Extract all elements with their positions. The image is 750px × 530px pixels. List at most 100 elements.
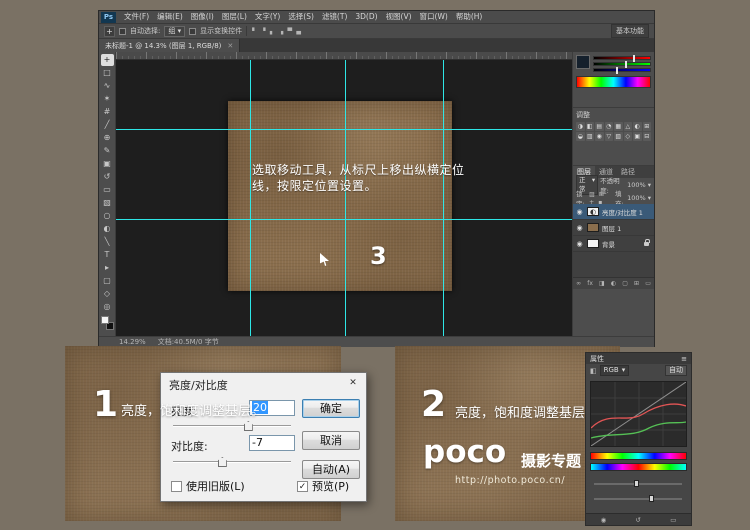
menu-edit[interactable]: 编辑(E)	[153, 11, 187, 23]
marquee-tool[interactable]: □	[101, 67, 114, 79]
adjustment-icon[interactable]: ⊟	[643, 132, 652, 141]
layer-thumbnail[interactable]	[587, 239, 599, 248]
adjustment-layer-thumbnail[interactable]: ◐	[587, 207, 599, 216]
dodge-tool[interactable]: ◐	[101, 223, 114, 235]
vertical-guide[interactable]	[443, 60, 444, 336]
path-selection-tool[interactable]: ▸	[101, 262, 114, 274]
adjustment-icon[interactable]: ◧	[586, 122, 595, 131]
contrast-slider[interactable]	[173, 461, 291, 463]
history-brush-tool[interactable]: ↺	[101, 171, 114, 183]
layer-name[interactable]: 图层 1	[602, 223, 621, 233]
adjustment-icon[interactable]: ▧	[614, 132, 623, 141]
panel-menu-icon[interactable]: ≡	[681, 355, 687, 363]
layer-name[interactable]: 亮度/对比度 1	[602, 207, 643, 217]
menu-image[interactable]: 图像(I)	[187, 11, 218, 23]
align-icon[interactable]: ▖	[269, 28, 276, 35]
props-slider[interactable]	[594, 483, 682, 485]
reset-icon[interactable]: ↺	[636, 516, 641, 524]
layer-group-icon[interactable]: ▢	[622, 280, 628, 287]
layer-effects-icon[interactable]: fx	[587, 280, 593, 287]
align-icon[interactable]: ▗	[278, 28, 285, 35]
use-legacy-checkbox[interactable]: 使用旧版(L)	[171, 478, 245, 494]
horizontal-ruler[interactable]	[116, 52, 572, 60]
close-icon[interactable]: ✕	[344, 376, 362, 390]
delete-layer-icon[interactable]: ▭	[645, 280, 651, 287]
close-tab-icon[interactable]: ✕	[227, 42, 233, 50]
menu-view[interactable]: 视图(V)	[382, 11, 416, 23]
shape-tool[interactable]: ▢	[101, 275, 114, 287]
lasso-tool[interactable]: ∿	[101, 80, 114, 92]
props-slider[interactable]	[594, 498, 682, 500]
crop-tool[interactable]: #	[101, 106, 114, 118]
auto-button[interactable]: 自动	[665, 365, 687, 376]
menu-layer[interactable]: 图层(L)	[218, 11, 251, 23]
hand-tool[interactable]: ◇	[101, 288, 114, 300]
healing-brush-tool[interactable]: ⊕	[101, 132, 114, 144]
foreground-color-swatch[interactable]	[101, 316, 109, 324]
document-tab[interactable]: 未标题-1 @ 14.3% (图层 1, RGB/8) ✕	[99, 39, 240, 52]
link-layers-icon[interactable]: ∞	[576, 280, 581, 287]
show-transform-checkbox[interactable]	[189, 28, 196, 35]
gradient-tool[interactable]: ▧	[101, 197, 114, 209]
align-icon[interactable]: ▘	[251, 28, 258, 35]
green-slider[interactable]	[593, 62, 651, 66]
checkbox-unchecked[interactable]	[171, 481, 182, 492]
align-icon[interactable]: ▝	[260, 28, 267, 35]
pen-tool[interactable]: ╲	[101, 236, 114, 248]
move-tool[interactable]: +	[101, 54, 114, 66]
adjustment-icon[interactable]: ◐	[633, 122, 642, 131]
adjustment-icon[interactable]: ▣	[633, 132, 642, 141]
current-color-swatch[interactable]	[576, 55, 590, 69]
properties-tab[interactable]: 属性	[590, 354, 604, 364]
adjustment-icon[interactable]: ◔	[605, 122, 614, 131]
adjustment-icon[interactable]: ◒	[576, 132, 585, 141]
contrast-input[interactable]: -7	[249, 435, 295, 451]
adjustment-icon[interactable]: ◉	[595, 132, 604, 141]
menu-help[interactable]: 帮助(H)	[452, 11, 487, 23]
adjustment-icon[interactable]: ⊞	[643, 122, 652, 131]
ok-button[interactable]: 确定	[302, 399, 360, 418]
new-layer-icon[interactable]: ⊞	[634, 280, 639, 287]
layer-thumbnail[interactable]	[587, 223, 599, 232]
channel-dropdown[interactable]: RGB ▾	[600, 365, 630, 376]
align-icon[interactable]: ▄	[295, 28, 302, 35]
align-icon[interactable]: ▀	[287, 28, 294, 35]
adjustment-icon[interactable]: △	[624, 122, 633, 131]
fill-value[interactable]: 100%	[627, 194, 646, 202]
preview-checkbox[interactable]: ✓ 预览(P)	[297, 478, 349, 494]
lock-pixels-icon[interactable]: ⊞	[598, 191, 605, 198]
auto-select-checkbox[interactable]	[119, 28, 126, 35]
zoom-level[interactable]: 14.29%	[119, 338, 146, 346]
auto-button[interactable]: 自动(A)	[302, 460, 360, 479]
menu-window[interactable]: 窗口(W)	[416, 11, 452, 23]
brightness-slider[interactable]	[173, 425, 291, 427]
type-tool[interactable]: T	[101, 249, 114, 261]
zoom-tool[interactable]: ◎	[101, 301, 114, 313]
layer-row-background[interactable]: ◉ 背景	[573, 236, 654, 252]
visibility-eye-icon[interactable]: ◉	[575, 224, 584, 232]
menu-filter[interactable]: 滤镜(T)	[318, 11, 351, 23]
blur-tool[interactable]: ○	[101, 210, 114, 222]
checkbox-checked[interactable]: ✓	[297, 481, 308, 492]
blue-slider[interactable]	[593, 68, 651, 72]
menu-file[interactable]: 文件(F)	[120, 11, 153, 23]
eyedropper-tool[interactable]: ╱	[101, 119, 114, 131]
clone-stamp-tool[interactable]: ▣	[101, 158, 114, 170]
visibility-eye-icon[interactable]: ◉	[575, 208, 584, 216]
adjustment-icon[interactable]: ▥	[586, 132, 595, 141]
red-slider[interactable]	[593, 56, 651, 60]
adjustment-icon[interactable]: ▽	[605, 132, 614, 141]
visibility-eye-icon[interactable]: ◉	[601, 516, 607, 524]
curves-graph[interactable]	[590, 381, 687, 447]
horizontal-guide[interactable]	[116, 129, 572, 130]
menu-select[interactable]: 选择(S)	[284, 11, 318, 23]
auto-select-scope-dropdown[interactable]: 组 ▾	[164, 26, 185, 37]
adjustment-layer-icon[interactable]: ◐	[611, 280, 616, 287]
cancel-button[interactable]: 取消	[302, 431, 360, 450]
menu-3d[interactable]: 3D(D)	[351, 11, 381, 23]
eraser-tool[interactable]: ▭	[101, 184, 114, 196]
horizontal-guide[interactable]	[116, 219, 572, 220]
menu-type[interactable]: 文字(Y)	[251, 11, 284, 23]
lock-transparent-icon[interactable]: ▨	[588, 191, 596, 198]
adjustment-icon[interactable]: ◇	[624, 132, 633, 141]
